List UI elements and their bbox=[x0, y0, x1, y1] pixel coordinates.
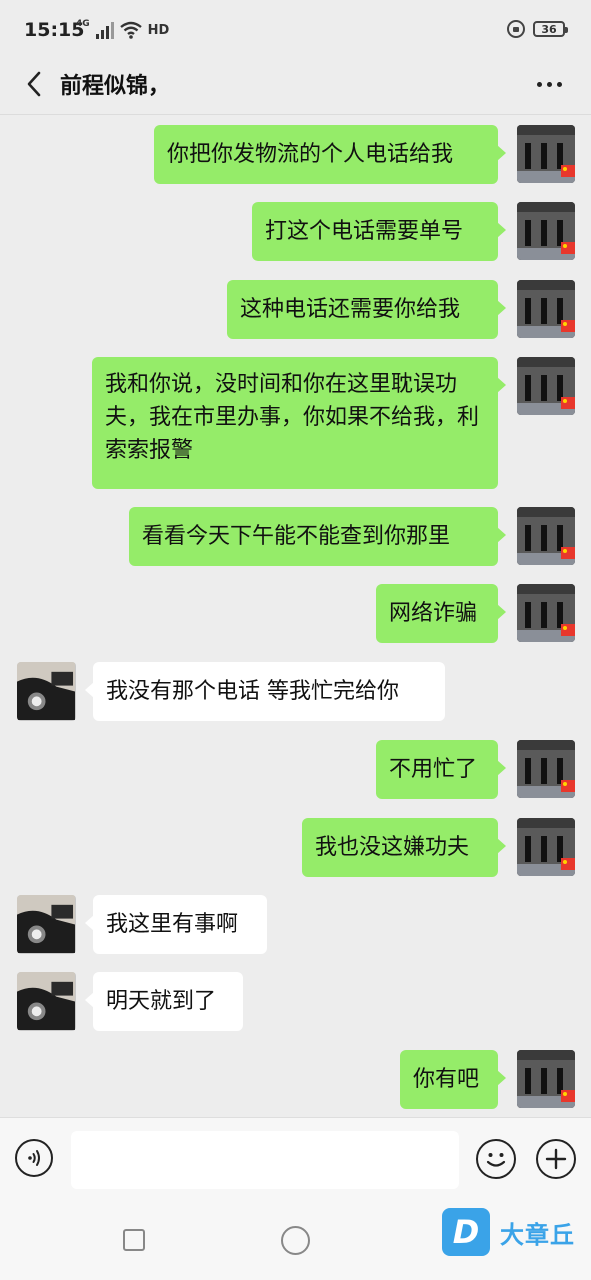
message-bubble-sent[interactable]: 看看今天下午能不能查到你那里 bbox=[129, 507, 506, 566]
rotation-lock-icon bbox=[507, 20, 525, 38]
message-text: 你把你发物流的个人电话给我 bbox=[167, 142, 454, 167]
my-avatar[interactable] bbox=[517, 357, 575, 415]
avatar-image bbox=[517, 818, 575, 876]
voice-button[interactable] bbox=[15, 1139, 53, 1177]
message-bubble-sent[interactable]: 我和你说，没时间和你在这里耽误功夫，我在市里办事，你如果不给我，利索索报警 bbox=[92, 357, 506, 489]
my-avatar[interactable] bbox=[517, 584, 575, 642]
message-bubble-sent[interactable]: 这种电话还需要你给我 bbox=[227, 280, 506, 339]
wifi-icon bbox=[119, 21, 142, 39]
watermark: D 大章丘 bbox=[442, 1208, 575, 1256]
avatar-image bbox=[517, 125, 575, 183]
message-bubble-sent[interactable]: 网络诈骗 bbox=[376, 584, 506, 643]
message-bubble-received[interactable]: 我这里有事啊 bbox=[85, 895, 267, 954]
message-text: 看看今天下午能不能查到你那里 bbox=[142, 524, 451, 549]
my-avatar[interactable] bbox=[517, 740, 575, 798]
watermark-text: 大章丘 bbox=[500, 1220, 575, 1249]
chat-title: 前程似锦， bbox=[60, 74, 171, 99]
back-button[interactable] bbox=[14, 64, 54, 104]
emoji-button[interactable] bbox=[476, 1139, 516, 1179]
battery-icon: 36 bbox=[533, 21, 568, 37]
plus-icon bbox=[545, 1148, 567, 1170]
more-dot-icon bbox=[546, 81, 552, 87]
avatar-image bbox=[517, 1050, 575, 1108]
message-bubble-sent[interactable]: 不用忙了 bbox=[376, 740, 506, 799]
message-text: 这种电话还需要你给我 bbox=[240, 297, 461, 322]
signal-icon bbox=[95, 21, 114, 39]
input-bar bbox=[0, 1117, 591, 1203]
status-icons-right: 36 bbox=[507, 20, 568, 38]
more-options-button[interactable] bbox=[529, 66, 569, 102]
chat-messages[interactable]: 你把你发物流的个人电话给我 打这个电话需要单号 这种电话还需要你给我 我和你说，… bbox=[0, 115, 591, 1117]
watermark-logo: D bbox=[442, 1208, 490, 1256]
more-functions-button[interactable] bbox=[536, 1139, 576, 1179]
message-input[interactable] bbox=[71, 1131, 459, 1189]
message-text: 我和你说，没时间和你在这里耽误功夫，我在市里办事，你如果不给我，利索索报警 bbox=[105, 372, 480, 463]
avatar-image bbox=[17, 972, 75, 1030]
contact-avatar[interactable] bbox=[17, 972, 76, 1031]
avatar-image bbox=[517, 280, 575, 338]
avatar-image bbox=[517, 584, 575, 642]
avatar-image bbox=[517, 507, 575, 565]
voice-icon bbox=[28, 1150, 40, 1166]
message-bubble-received[interactable]: 明天就到了 bbox=[85, 972, 243, 1031]
message-text: 我也没这嫌功夫 bbox=[315, 835, 470, 860]
system-nav-bar: D 大章丘 bbox=[0, 1202, 591, 1280]
recent-apps-button[interactable] bbox=[123, 1229, 145, 1251]
message-text: 网络诈骗 bbox=[389, 601, 478, 626]
avatar-image bbox=[517, 202, 575, 260]
message-bubble-sent[interactable]: 你把你发物流的个人电话给我 bbox=[154, 125, 506, 184]
message-bubble-sent[interactable]: 打这个电话需要单号 bbox=[252, 202, 506, 261]
battery-level: 36 bbox=[541, 22, 557, 36]
my-avatar[interactable] bbox=[517, 202, 575, 260]
message-bubble-sent[interactable]: 你有吧 bbox=[400, 1050, 506, 1109]
avatar-image bbox=[517, 357, 575, 415]
my-avatar[interactable] bbox=[517, 818, 575, 876]
avatar-image bbox=[517, 740, 575, 798]
my-avatar[interactable] bbox=[517, 507, 575, 565]
more-dot-icon bbox=[556, 81, 562, 87]
message-text: 我没有那个电话 等我忙完给你 bbox=[106, 679, 399, 704]
chat-header: 前程似锦， bbox=[0, 60, 591, 114]
chevron-left-icon bbox=[27, 71, 41, 97]
more-dot-icon bbox=[536, 81, 542, 87]
hd-badge: HD bbox=[147, 22, 170, 38]
message-bubble-received[interactable]: 我没有那个电话 等我忙完给你 bbox=[85, 662, 445, 721]
avatar-image bbox=[17, 662, 75, 720]
message-bubble-sent[interactable]: 我也没这嫌功夫 bbox=[302, 818, 506, 877]
avatar-image bbox=[17, 895, 75, 953]
my-avatar[interactable] bbox=[517, 280, 575, 338]
status-icons-left: 4G HD bbox=[76, 19, 169, 41]
my-avatar[interactable] bbox=[517, 125, 575, 183]
message-text: 你有吧 bbox=[413, 1067, 480, 1092]
network-type: 4G bbox=[76, 19, 90, 29]
message-text: 我这里有事啊 bbox=[106, 912, 239, 937]
home-button[interactable] bbox=[281, 1226, 310, 1255]
message-text: 打这个电话需要单号 bbox=[265, 219, 464, 244]
contact-avatar[interactable] bbox=[17, 662, 76, 721]
status-bar: 15:15 4G HD 36 bbox=[0, 0, 591, 60]
my-avatar[interactable] bbox=[517, 1050, 575, 1108]
message-text: 不用忙了 bbox=[389, 757, 478, 782]
message-text: 明天就到了 bbox=[106, 989, 217, 1014]
smile-icon bbox=[486, 1153, 506, 1167]
contact-avatar[interactable] bbox=[17, 895, 76, 954]
